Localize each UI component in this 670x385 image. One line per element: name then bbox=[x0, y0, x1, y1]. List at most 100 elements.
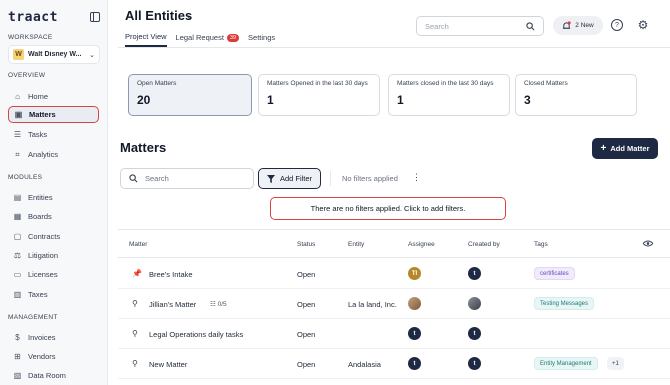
matter-name[interactable]: Jillian's Matter bbox=[149, 300, 196, 309]
sidebar-item-home[interactable]: ⌂ Home bbox=[8, 88, 99, 105]
license-icon: ▭ bbox=[13, 270, 22, 279]
pin-outline-icon[interactable]: ⚲ bbox=[132, 359, 138, 368]
column-header-created-by[interactable]: Created by bbox=[468, 241, 500, 248]
more-tags-badge[interactable]: +1 bbox=[607, 357, 624, 370]
matter-name[interactable]: Legal Operations daily tasks bbox=[149, 330, 243, 339]
stat-label: Closed Matters bbox=[524, 80, 568, 87]
more-options-icon[interactable]: ⋮ bbox=[412, 172, 421, 183]
search-placeholder: Search bbox=[425, 21, 449, 31]
column-header-matter[interactable]: Matter bbox=[129, 241, 147, 248]
add-matter-button[interactable]: + Add Matter bbox=[592, 138, 658, 159]
sidebar-item-licenses[interactable]: ▭ Licenses bbox=[8, 266, 99, 283]
table-row[interactable]: ⚲ New Matter Open Andalasia t t Entity M… bbox=[118, 349, 670, 379]
sidebar-item-tasks[interactable]: ☰ Tasks bbox=[8, 126, 99, 143]
help-icon[interactable]: ? bbox=[611, 19, 623, 31]
stat-card-open-matters[interactable]: Open Matters 20 bbox=[128, 74, 252, 116]
sidebar-item-label: Analytics bbox=[28, 150, 59, 159]
invoice-icon: $ bbox=[15, 333, 20, 342]
pin-outline-icon[interactable]: ⚲ bbox=[132, 329, 138, 338]
search-icon bbox=[129, 174, 138, 183]
sidebar-collapse-icon[interactable] bbox=[90, 12, 100, 22]
stat-value: 20 bbox=[137, 93, 151, 107]
column-header-assignee[interactable]: Assignee bbox=[408, 241, 435, 248]
brand-logo[interactable]: traact bbox=[8, 10, 58, 25]
table-row[interactable]: ⚲ Legal Operations daily tasks Open t t bbox=[118, 319, 670, 349]
workspace-select[interactable]: W Walt Disney W... ⌄ bbox=[8, 45, 100, 64]
notifications-button[interactable]: 2 New bbox=[553, 16, 603, 35]
search-placeholder: Search bbox=[145, 174, 169, 183]
page-title[interactable]: All Entities bbox=[125, 8, 192, 23]
add-filter-button[interactable]: Add Filter bbox=[258, 168, 321, 189]
checklist-icon: ☷ bbox=[210, 301, 216, 308]
sidebar-item-label: Data Room bbox=[28, 371, 66, 380]
matter-status: Open bbox=[297, 300, 316, 309]
workspace-logo: W bbox=[13, 49, 24, 60]
management-label: MANAGEMENT bbox=[8, 314, 58, 321]
tag-badge[interactable]: Entity Management bbox=[534, 357, 598, 370]
sidebar-item-invoices[interactable]: $ Invoices bbox=[8, 329, 99, 346]
filter-icon bbox=[266, 174, 275, 183]
column-header-tags[interactable]: Tags bbox=[534, 241, 548, 248]
sidebar-item-boards[interactable]: ▦ Boards bbox=[8, 208, 99, 225]
sidebar-item-entities[interactable]: ▤ Entities bbox=[8, 189, 99, 206]
pin-outline-icon[interactable]: ⚲ bbox=[132, 299, 138, 308]
chevron-down-icon[interactable]: ⌄ bbox=[186, 12, 193, 21]
avatar[interactable] bbox=[468, 297, 481, 310]
contract-icon: ▢ bbox=[13, 232, 22, 241]
tag-badge[interactable]: certificates bbox=[534, 267, 575, 280]
gear-icon[interactable]: ⚙ bbox=[637, 18, 649, 32]
avatar[interactable]: t bbox=[468, 267, 481, 280]
tag-badge[interactable]: Testing Messages bbox=[534, 297, 595, 310]
avatar[interactable]: t bbox=[408, 327, 421, 340]
sidebar-item-taxes[interactable]: ▥ Taxes bbox=[8, 286, 99, 303]
pin-icon[interactable]: 📌 bbox=[132, 269, 142, 278]
stat-card-opened-30[interactable]: Matters Opened in the last 30 days 1 bbox=[258, 74, 380, 116]
tab-legal-request[interactable]: Legal Request 39 bbox=[176, 32, 240, 47]
global-search-input[interactable]: Search bbox=[416, 16, 544, 36]
avatar[interactable]: t bbox=[468, 327, 481, 340]
workspace-label: WORKSPACE bbox=[8, 34, 53, 41]
table-header: Matter Status Entity Assignee Created by… bbox=[118, 229, 670, 258]
bell-icon bbox=[563, 20, 571, 29]
tab-project-view[interactable]: Project View bbox=[125, 32, 167, 47]
column-header-entity[interactable]: Entity bbox=[348, 241, 364, 248]
avatar[interactable]: t bbox=[408, 357, 421, 370]
sidebar-item-litigation[interactable]: ⚖ Litigation bbox=[8, 247, 99, 264]
notifications-count: 2 New bbox=[575, 22, 594, 29]
stat-card-closed[interactable]: Closed Matters 3 bbox=[515, 74, 637, 116]
matter-entity: Andalasia bbox=[348, 360, 381, 369]
sidebar-item-label: Entities bbox=[28, 193, 53, 202]
sidebar-item-analytics[interactable]: ⌗ Analytics bbox=[8, 146, 99, 163]
sidebar-item-label: Home bbox=[28, 92, 49, 101]
table-row[interactable]: 📌 Bree's Intake Open TI t certificates bbox=[118, 259, 670, 289]
eye-icon[interactable] bbox=[643, 240, 653, 247]
avatar[interactable]: t bbox=[468, 357, 481, 370]
table-row[interactable]: ⚲ Jillian's Matter ☷ 0/5 Open La la land… bbox=[118, 289, 670, 319]
avatar[interactable]: TI bbox=[408, 267, 421, 280]
toolbar-divider bbox=[330, 171, 331, 186]
matter-name[interactable]: Bree's Intake bbox=[149, 270, 193, 279]
column-header-status[interactable]: Status bbox=[297, 241, 315, 248]
sidebar-item-matters[interactable]: ▣ Matters bbox=[8, 106, 99, 123]
sidebar: traact WORKSPACE W Walt Disney W... ⌄ OV… bbox=[0, 0, 108, 385]
sidebar-item-data-room[interactable]: ▧ Data Room bbox=[8, 367, 99, 384]
matter-status: Open bbox=[297, 330, 316, 339]
sidebar-item-label: Tasks bbox=[28, 130, 48, 139]
tab-settings[interactable]: Settings bbox=[248, 32, 275, 47]
add-matter-label: Add Matter bbox=[610, 144, 650, 153]
matters-search-input[interactable]: Search bbox=[120, 168, 254, 189]
tab-label: Project View bbox=[125, 32, 167, 41]
sidebar-item-vendors[interactable]: ⊞ Vendors bbox=[8, 348, 99, 365]
matter-name[interactable]: New Matter bbox=[149, 360, 187, 369]
tab-bar: Project View Legal Request 39 Settings bbox=[125, 32, 275, 47]
no-filters-banner[interactable]: There are no filters applied. Click to a… bbox=[270, 197, 506, 220]
avatar[interactable] bbox=[408, 297, 421, 310]
gavel-icon: ⚖ bbox=[13, 251, 22, 260]
overview-label: OVERVIEW bbox=[8, 72, 46, 79]
tax-icon: ▥ bbox=[13, 290, 22, 299]
vendor-icon: ⊞ bbox=[14, 352, 21, 361]
stat-value: 1 bbox=[267, 93, 274, 107]
sidebar-item-contracts[interactable]: ▢ Contracts bbox=[8, 228, 99, 245]
stat-card-closed-30[interactable]: Matters closed in the last 30 days 1 bbox=[388, 74, 510, 116]
subtask-count: 0/5 bbox=[217, 301, 227, 308]
